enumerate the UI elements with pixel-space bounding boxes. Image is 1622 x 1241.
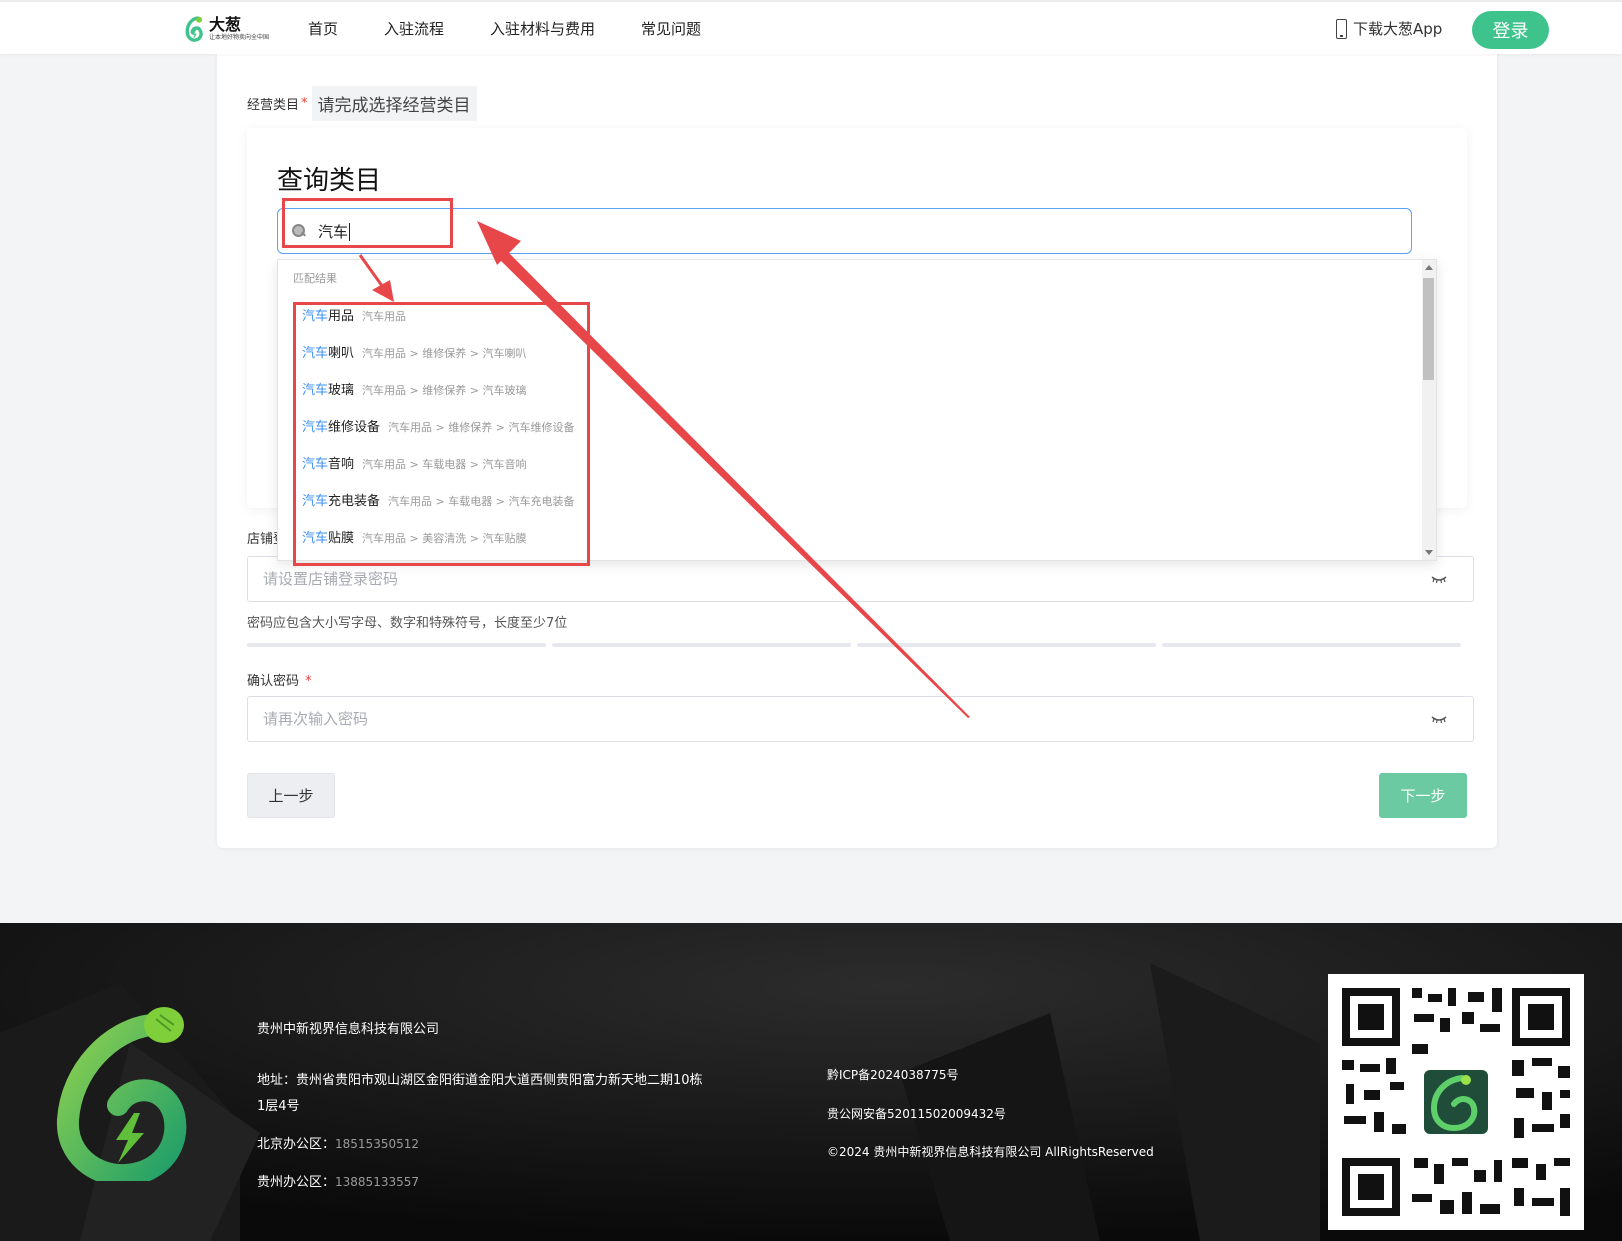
login-button[interactable]: 登录: [1472, 11, 1549, 49]
password-strength-bar: [247, 643, 1467, 647]
shop-password-input[interactable]: [263, 570, 1363, 588]
footer-address: 地址：贵州省贵阳市观山湖区金阳街道金阳大道西侧贵阳富力新天地二期10栋1层4号: [257, 1073, 703, 1114]
top-header: 大葱 让本地好物卖向全中国 首页 入驻流程 入驻材料与费用 常见问题 下载大葱A…: [0, 0, 1622, 54]
scroll-up-icon[interactable]: [1425, 265, 1433, 270]
main-nav: 首页 入驻流程 入驻材料与费用 常见问题: [308, 18, 747, 39]
confirm-password-input[interactable]: [263, 710, 1363, 728]
logo-icon: [185, 16, 203, 42]
dropdown-scrollbar[interactable]: [1422, 260, 1436, 560]
footer-beijing-office: 北京办公区：18515350512: [257, 1137, 419, 1152]
site-logo[interactable]: 大葱 让本地好物卖向全中国: [183, 10, 269, 48]
query-title: 查询类目: [277, 166, 382, 196]
qr-code: [1328, 974, 1584, 1230]
strength-segment: [857, 643, 1156, 647]
next-step-button[interactable]: 下一步: [1379, 773, 1467, 818]
logo-name: 大葱: [208, 15, 241, 34]
confirm-password-field[interactable]: [247, 696, 1474, 742]
nav-home[interactable]: 首页: [308, 18, 338, 39]
footer-logo-icon: [56, 1007, 187, 1181]
footer-icp[interactable]: 黔ICP备2024038775号: [827, 1066, 959, 1083]
confirm-password-label: 确认密码 *: [247, 674, 312, 689]
strength-segment: [552, 643, 851, 647]
footer-copyright: ©2024 贵州中新视界信息科技有限公司 AllRightsReserved: [827, 1145, 1154, 1159]
strength-segment: [247, 643, 546, 647]
site-footer: 贵州中新视界信息科技有限公司 地址：贵州省贵阳市观山湖区金阳街道金阳大道西侧贵阳…: [0, 923, 1622, 1241]
category-search-input[interactable]: 汽车: [318, 221, 1318, 242]
logo-slogan: 让本地好物卖向全中国: [208, 34, 269, 41]
annotation-box-search: [282, 198, 453, 248]
scroll-down-icon[interactable]: [1425, 550, 1433, 555]
scroll-thumb[interactable]: [1423, 278, 1434, 380]
prev-step-button[interactable]: 上一步: [247, 773, 335, 818]
category-value[interactable]: 请完成选择经营类目: [311, 86, 477, 121]
footer-gongan[interactable]: 贵公网安备52011502009432号: [827, 1105, 1006, 1122]
password-hint: 密码应包含大小写字母、数字和特殊符号，长度至少7位: [247, 616, 568, 631]
download-app-label: 下载大葱App: [1353, 20, 1443, 38]
eye-closed-icon[interactable]: [1431, 715, 1447, 723]
footer-company: 贵州中新视界信息科技有限公司: [257, 1022, 440, 1037]
footer-guizhou-office: 贵州办公区：13885133557: [257, 1175, 419, 1190]
category-label: 经营类目: [247, 98, 300, 113]
nav-materials-fees[interactable]: 入驻材料与费用: [490, 18, 595, 39]
download-app-link[interactable]: 下载大葱App: [1336, 18, 1442, 39]
annotation-box-results: [293, 302, 590, 566]
results-header: 匹配结果: [293, 272, 337, 285]
logo-text: 大葱 让本地好物卖向全中国: [209, 16, 269, 42]
required-mark: *: [301, 96, 308, 111]
nav-process[interactable]: 入驻流程: [384, 18, 444, 39]
eye-closed-icon[interactable]: [1431, 575, 1447, 583]
nav-faq[interactable]: 常见问题: [641, 18, 701, 39]
strength-segment: [1162, 643, 1461, 647]
phone-icon: [1336, 18, 1347, 39]
category-row: 经营类目 * 请完成选择经营类目: [247, 86, 477, 121]
